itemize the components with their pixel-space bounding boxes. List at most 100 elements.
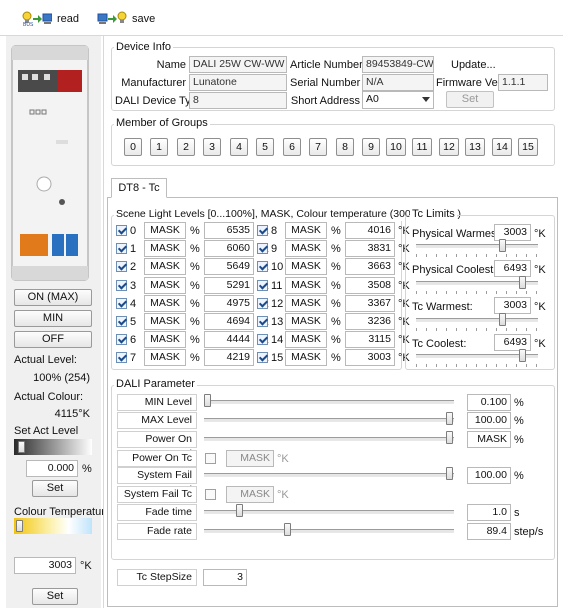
group-button-15[interactable]: 15 xyxy=(518,138,538,156)
scene-7-tc-input[interactable]: 4219 xyxy=(204,349,254,366)
group-button-9[interactable]: 9 xyxy=(362,138,380,156)
max-level-slider[interactable] xyxy=(446,412,453,425)
scene-12-level-input[interactable]: MASK xyxy=(285,295,327,312)
colour-temp-input[interactable]: 3003 xyxy=(14,557,76,574)
set-act-level-button[interactable]: Set xyxy=(32,480,78,497)
scene-13-checkbox[interactable] xyxy=(257,316,268,327)
scene-6-tc-input[interactable]: 4444 xyxy=(204,331,254,348)
scene-6-level-input[interactable]: MASK xyxy=(144,331,186,348)
scene-14-checkbox[interactable] xyxy=(257,334,268,345)
tc-warmest-input[interactable]: 3003 xyxy=(494,297,531,314)
group-button-1[interactable]: 1 xyxy=(150,138,168,156)
scene-13-level-input[interactable]: MASK xyxy=(285,313,327,330)
scene-12-checkbox[interactable] xyxy=(257,298,268,309)
scene-12-tc-input[interactable]: 3367 xyxy=(345,295,395,312)
scene-1-checkbox[interactable] xyxy=(116,243,127,254)
scene-2-level-input[interactable]: MASK xyxy=(144,258,186,275)
system-fail-level-input[interactable]: 100.00 xyxy=(467,467,511,484)
physical-coolest-slider[interactable] xyxy=(519,276,526,289)
scene-5-checkbox[interactable] xyxy=(116,316,127,327)
tc-warmest-slider[interactable] xyxy=(499,313,506,326)
scene-7-level-input[interactable]: MASK xyxy=(144,349,186,366)
fade-rate-input[interactable]: 89.4 xyxy=(467,523,511,540)
power-on-tc-checkbox[interactable] xyxy=(205,453,216,464)
scene-9-tc-input[interactable]: 3831 xyxy=(345,240,395,257)
update-button[interactable]: Update... xyxy=(451,58,496,72)
save-button[interactable]: save xyxy=(97,10,155,28)
scene-7-checkbox[interactable] xyxy=(116,352,127,363)
group-button-14[interactable]: 14 xyxy=(492,138,512,156)
scene-3-tc-input[interactable]: 5291 xyxy=(204,277,254,294)
scene-2-tc-input[interactable]: 5649 xyxy=(204,258,254,275)
fade-time-input[interactable]: 1.0 xyxy=(467,504,511,521)
min-level-slider[interactable] xyxy=(204,394,211,407)
scene-11-checkbox[interactable] xyxy=(257,280,268,291)
system-fail-level-slider[interactable] xyxy=(446,467,453,480)
scene-10-checkbox[interactable] xyxy=(257,261,268,272)
group-button-2[interactable]: 2 xyxy=(177,138,195,156)
scene-2-checkbox[interactable] xyxy=(116,261,127,272)
scene-14-level-input[interactable]: MASK xyxy=(285,331,327,348)
scene-14-tc-input[interactable]: 3115 xyxy=(345,331,395,348)
tc-stepsize-input[interactable]: 3 xyxy=(203,569,247,586)
colour-temp-slider-thumb[interactable] xyxy=(16,520,23,532)
system-fail-tc-input[interactable]: MASK xyxy=(226,486,274,503)
group-button-8[interactable]: 8 xyxy=(336,138,354,156)
scene-3-checkbox[interactable] xyxy=(116,280,127,291)
scene-5-level-input[interactable]: MASK xyxy=(144,313,186,330)
scene-0-checkbox[interactable] xyxy=(116,225,127,236)
short-address-select[interactable]: A0 xyxy=(362,91,434,109)
scene-15-tc-input[interactable]: 3003 xyxy=(345,349,395,366)
group-button-12[interactable]: 12 xyxy=(439,138,459,156)
min-level-input[interactable]: 0.100 xyxy=(467,394,511,411)
scene-10-tc-input[interactable]: 3663 xyxy=(345,258,395,275)
scene-6-checkbox[interactable] xyxy=(116,334,127,345)
off-button[interactable]: OFF xyxy=(14,331,92,348)
scene-8-level-input[interactable]: MASK xyxy=(285,222,327,239)
scene-4-checkbox[interactable] xyxy=(116,298,127,309)
fade-rate-slider[interactable] xyxy=(284,523,291,536)
scene-1-level-input[interactable]: MASK xyxy=(144,240,186,257)
scene-13-tc-input[interactable]: 3236 xyxy=(345,313,395,330)
system-fail-tc-checkbox[interactable] xyxy=(205,489,216,500)
fade-time-slider[interactable] xyxy=(236,504,243,517)
scene-11-tc-input[interactable]: 3508 xyxy=(345,277,395,294)
group-button-0[interactable]: 0 xyxy=(124,138,142,156)
scene-5-tc-input[interactable]: 4694 xyxy=(204,313,254,330)
physical-coolest-input[interactable]: 6493 xyxy=(494,260,531,277)
scene-0-tc-input[interactable]: 6535 xyxy=(204,222,254,239)
scene-4-level-input[interactable]: MASK xyxy=(144,295,186,312)
group-button-3[interactable]: 3 xyxy=(203,138,221,156)
act-level-slider-thumb[interactable] xyxy=(18,441,25,453)
group-button-6[interactable]: 6 xyxy=(283,138,301,156)
power-on-level-slider[interactable] xyxy=(446,431,453,444)
on-max-button[interactable]: ON (MAX) xyxy=(14,289,92,306)
read-button[interactable]: BUS read xyxy=(22,10,79,28)
tab-dt8-tc[interactable]: DT8 - Tc xyxy=(111,178,167,198)
scene-8-tc-input[interactable]: 4016 xyxy=(345,222,395,239)
physical-warmest-slider[interactable] xyxy=(499,239,506,252)
scene-8-checkbox[interactable] xyxy=(257,225,268,236)
scene-4-tc-input[interactable]: 4975 xyxy=(204,295,254,312)
scene-15-checkbox[interactable] xyxy=(257,352,268,363)
min-button[interactable]: MIN xyxy=(14,310,92,327)
short-address-set-button[interactable]: Set xyxy=(446,91,494,108)
group-button-11[interactable]: 11 xyxy=(412,138,432,156)
scene-9-checkbox[interactable] xyxy=(257,243,268,254)
scene-10-level-input[interactable]: MASK xyxy=(285,258,327,275)
set-act-level-input[interactable]: 0.000 xyxy=(26,460,78,477)
scene-9-level-input[interactable]: MASK xyxy=(285,240,327,257)
max-level-input[interactable]: 100.00 xyxy=(467,412,511,429)
scene-15-level-input[interactable]: MASK xyxy=(285,349,327,366)
group-button-13[interactable]: 13 xyxy=(465,138,485,156)
scene-0-level-input[interactable]: MASK xyxy=(144,222,186,239)
set-colour-temp-button[interactable]: Set xyxy=(32,588,78,605)
tc-coolest-slider[interactable] xyxy=(519,349,526,362)
scene-1-tc-input[interactable]: 6060 xyxy=(204,240,254,257)
power-on-tc-input[interactable]: MASK xyxy=(226,450,274,467)
group-button-7[interactable]: 7 xyxy=(309,138,327,156)
group-button-10[interactable]: 10 xyxy=(386,138,406,156)
scene-3-level-input[interactable]: MASK xyxy=(144,277,186,294)
group-button-5[interactable]: 5 xyxy=(256,138,274,156)
power-on-level-input[interactable]: MASK xyxy=(467,431,511,448)
